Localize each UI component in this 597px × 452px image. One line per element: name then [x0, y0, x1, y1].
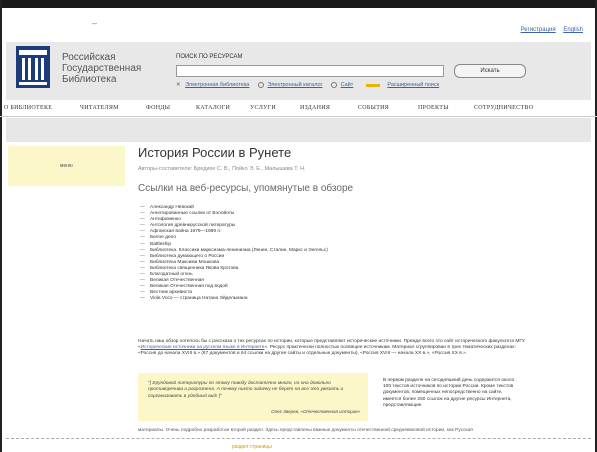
- library-logo-icon[interactable]: [16, 46, 50, 88]
- nav-cooperation[interactable]: СОТРУДНИЧЕСТВО: [474, 105, 533, 111]
- site-header: Российская Государственная Библиотека ПО…: [6, 42, 591, 100]
- nav-about[interactable]: О БИБЛИОТЕКЕ: [4, 105, 52, 111]
- close-icon[interactable]: ✕: [176, 82, 181, 88]
- search-options: ✕ Электронная библиотека Электронный кат…: [176, 82, 444, 88]
- window-frame-left: [0, 0, 2, 452]
- page-title: История России в Рунете: [138, 145, 292, 160]
- article-authors: Авторы-составители: Бредихе С. В., Пойко…: [138, 166, 306, 172]
- nav-publications[interactable]: ИЗДАНИЯ: [300, 105, 330, 111]
- footer-link[interactable]: раздел страницы: [232, 444, 272, 450]
- article-paragraph: Начать наш обзор хотелось бы с рассказа …: [138, 339, 525, 357]
- divider-bar: [365, 83, 380, 87]
- register-link[interactable]: Регистрация: [521, 27, 556, 33]
- sidebar-box: меню: [8, 146, 125, 186]
- library-name: Российская Государственная Библиотека: [62, 52, 142, 85]
- nav-events[interactable]: СОБЫТИЯ: [358, 105, 389, 111]
- dash-mark: –: [92, 18, 98, 28]
- main-nav: О БИБЛИОТЕКЕ ЧИТАТЕЛЯМ ФОНДЫ КАТАЛОГИ УС…: [0, 100, 597, 117]
- option-electronic-library[interactable]: Электронная библиотека: [185, 82, 249, 88]
- radio-electronic-catalog[interactable]: [257, 82, 264, 88]
- quote-text: "[ Ерундовой литературы по этому поводу …: [148, 381, 344, 399]
- page-divider: [6, 438, 591, 439]
- nav-collections[interactable]: ФОНДЫ: [146, 105, 170, 111]
- search-button[interactable]: Искать: [454, 64, 526, 78]
- top-links: Регистрация English: [515, 27, 583, 33]
- search-input[interactable]: [176, 65, 444, 77]
- nav-services[interactable]: УСЛУГИ: [250, 105, 276, 111]
- quote-box: "[ Ерундовой литературы по этому поводу …: [138, 373, 368, 421]
- quote-author: Олег Зверев, «Отечественная история»: [271, 409, 360, 414]
- option-electronic-catalog[interactable]: Электронный каталог: [267, 82, 322, 88]
- radio-site[interactable]: [331, 82, 338, 88]
- article-subtitle: Ссылки на веб-ресурсы, упомянутые в обзо…: [138, 183, 354, 194]
- english-link[interactable]: English: [563, 27, 583, 33]
- sidebar-label: меню: [60, 163, 73, 169]
- right-paragraph: В первом разделе на сегодняшний день сод…: [383, 378, 515, 408]
- bottom-text: материалы. Очень подробно разработан вто…: [138, 428, 473, 433]
- breadcrumb-bar: [6, 118, 591, 142]
- historical-sources-link[interactable]: Исторические источники на русском языке …: [141, 345, 265, 350]
- extended-search-link[interactable]: Расширенный поиск: [387, 82, 439, 88]
- nav-readers[interactable]: ЧИТАТЕЛЯМ: [80, 105, 119, 111]
- list-item[interactable]: Viola Voco — страница Натана Эйдельмана: [140, 296, 328, 302]
- list-item[interactable]: Библиотека. Классики марксизма-ленинизма…: [140, 248, 328, 254]
- resource-list: Александр Невский Аннотированные ссылки …: [140, 205, 328, 303]
- window-frame-top: [0, 0, 597, 8]
- nav-projects[interactable]: ПРОЕКТЫ: [418, 105, 449, 111]
- search-title: ПОИСК ПО РЕСУРСАМ: [176, 54, 243, 60]
- option-site[interactable]: Сайт: [341, 82, 354, 88]
- nav-catalogs[interactable]: КАТАЛОГИ: [196, 105, 230, 111]
